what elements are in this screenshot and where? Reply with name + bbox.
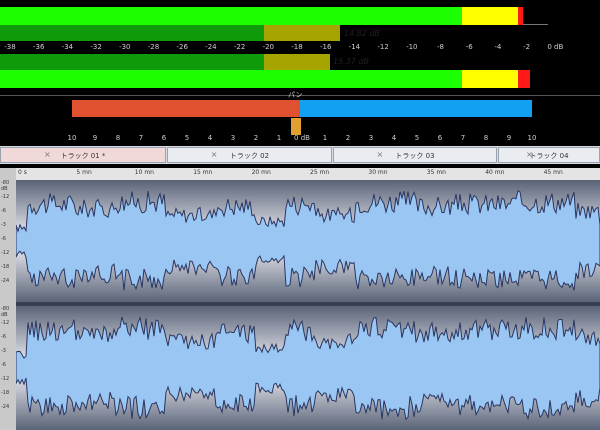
- peak-top-readout: -14.82 dB: [341, 29, 380, 38]
- vscale-label: -18: [1, 390, 10, 396]
- waveform-view[interactable]: [16, 180, 600, 430]
- ruler-label: 10 mn: [134, 169, 154, 176]
- db-scale-tick: -4: [494, 43, 502, 51]
- vscale-label: -6: [1, 208, 6, 214]
- track-tab[interactable]: トラック 01 * ×: [0, 147, 166, 163]
- meter-top-rms-green: [0, 25, 264, 41]
- meter-top-yellow: [462, 7, 518, 25]
- db-scale-tick: -16: [319, 43, 332, 51]
- ruler-label: 20 mn: [251, 169, 271, 176]
- pan-scale-tick: 9: [92, 134, 98, 142]
- pan-scale-tick: 10: [527, 134, 537, 142]
- vscale-label: -3: [1, 348, 6, 354]
- pan-scale-tick: 1: [276, 134, 282, 142]
- db-scale-tick: -20: [262, 43, 275, 51]
- level-meter-panel: -14.82 dB -38 -36 -34 -32 -30 -28 -26 -24 -22 -20…: [0, 0, 600, 145]
- close-tab-icon[interactable]: ×: [44, 150, 122, 159]
- meter-top-green: [0, 7, 462, 25]
- db-scale-tick: -30: [119, 43, 131, 51]
- pan-scale: 10 9 8 7 6 5 4 3 2 1 0 dB 1 2 3 4 5 6 7 8 9 10: [0, 134, 600, 146]
- ruler-label: 0 s: [18, 169, 27, 176]
- db-scale-tick: -22: [233, 43, 246, 51]
- db-scale-tick: -34: [61, 43, 74, 51]
- pan-scale-tick: 1: [322, 134, 328, 142]
- meter-top-red: [518, 7, 523, 25]
- track-tabs: トラック 01 * × トラック 02 × トラック 03 × トラック 04 ×: [0, 146, 600, 164]
- pan-scale-tick: 5: [414, 134, 420, 142]
- db-scale-tick: -26: [176, 43, 188, 51]
- pan-scale-tick: 5: [184, 134, 190, 142]
- pan-scale-tick: 8: [483, 134, 489, 142]
- meter-top-line: [523, 24, 548, 25]
- pan-scale-tick: 6: [437, 134, 443, 142]
- track-tab[interactable]: トラック 03 ×: [333, 147, 497, 163]
- track-tab[interactable]: トラック 04 ×: [498, 147, 600, 163]
- vscale-label: -80 dB: [1, 180, 10, 192]
- db-scale-tick: -36: [32, 43, 45, 51]
- pan-scale-tick: 4: [391, 134, 397, 142]
- pan-scale-tick: 8: [115, 134, 121, 142]
- ruler-label: 25 mn: [310, 169, 330, 176]
- ruler-label: 35 mn: [426, 169, 446, 176]
- meter-bottom-rms-green: [0, 54, 264, 70]
- vertical-db-scale: -80 dB -12 -6 -3 -6 -12 -18 -24 -80 dB -12 -6 -3 -6 -…: [0, 168, 17, 430]
- ruler-label: 15 mn: [193, 169, 213, 176]
- vscale-label: -6: [1, 236, 6, 242]
- vscale-label: -24: [1, 404, 10, 410]
- pan-left-bar: [72, 100, 300, 117]
- meter-bottom-rms-olive: [264, 54, 330, 70]
- vscale-label: -12: [1, 250, 10, 256]
- pan-scale-tick: 4: [207, 134, 213, 142]
- pan-scale-tick: 0 dB: [294, 134, 310, 142]
- db-scale-tick: -8: [437, 43, 444, 51]
- pan-scale-tick: 10: [67, 134, 77, 142]
- pan-scale-tick: 9: [506, 134, 512, 142]
- vscale-label: -6: [1, 362, 6, 368]
- db-scale-tick: 0 dB: [547, 43, 564, 51]
- pan-right-bar: [300, 100, 532, 117]
- pan-handle[interactable]: [291, 118, 301, 135]
- close-tab-icon[interactable]: ×: [377, 150, 454, 159]
- db-scale-tick: -2: [523, 43, 531, 51]
- close-tab-icon[interactable]: ×: [526, 150, 572, 159]
- close-tab-icon[interactable]: ×: [211, 150, 289, 159]
- db-scale-tick: -10: [406, 43, 418, 51]
- pan-scale-tick: 2: [253, 134, 259, 142]
- pan-label: パン: [288, 91, 303, 99]
- db-scale-tick: -18: [291, 43, 303, 51]
- vscale-label: -24: [1, 278, 10, 284]
- meter-top-rms-olive: [264, 25, 340, 41]
- ruler-label: 30 mn: [368, 169, 388, 176]
- meter-bottom-yellow: [462, 70, 518, 88]
- vscale-label: -12: [1, 320, 10, 326]
- db-scale-tick: -6: [465, 43, 473, 51]
- db-scale-tick: -32: [90, 43, 102, 51]
- pan-scale-tick: 7: [460, 134, 466, 142]
- pan-scale-tick: 6: [161, 134, 167, 142]
- pan-scale-tick: 3: [368, 134, 374, 142]
- vscale-label: -12: [1, 376, 10, 382]
- pan-scale-tick: 3: [230, 134, 236, 142]
- db-scale: -38 -36 -34 -32 -30 -28 -26 -24 -22 -20 -18 -16 -14 -…: [0, 42, 600, 54]
- db-scale-tick: -12: [377, 43, 389, 51]
- db-scale-tick: -24: [205, 43, 217, 51]
- track-tab[interactable]: トラック 02 ×: [167, 147, 332, 163]
- ruler-label: 40 mn: [485, 169, 505, 176]
- ruler-label: 45 mn: [543, 169, 563, 176]
- db-scale-tick: -28: [147, 43, 160, 51]
- vscale-label: -3: [1, 222, 6, 228]
- meter-bottom-red: [518, 70, 530, 88]
- pan-scale-tick: 2: [345, 134, 351, 142]
- channel-divider: [16, 302, 600, 306]
- pan-scale-tick: 7: [138, 134, 144, 142]
- vscale-label: -12: [1, 194, 10, 200]
- db-scale-tick: -14: [348, 43, 361, 51]
- vscale-label: -6: [1, 334, 6, 340]
- peak-bottom-readout: 15.37 dB: [333, 57, 370, 66]
- db-scale-tick: -38: [4, 43, 16, 51]
- vscale-label: -18: [1, 264, 10, 270]
- meter-bottom-green: [0, 70, 462, 88]
- ruler-label: 5 mn: [76, 169, 92, 176]
- vscale-label: -80 dB: [1, 306, 10, 318]
